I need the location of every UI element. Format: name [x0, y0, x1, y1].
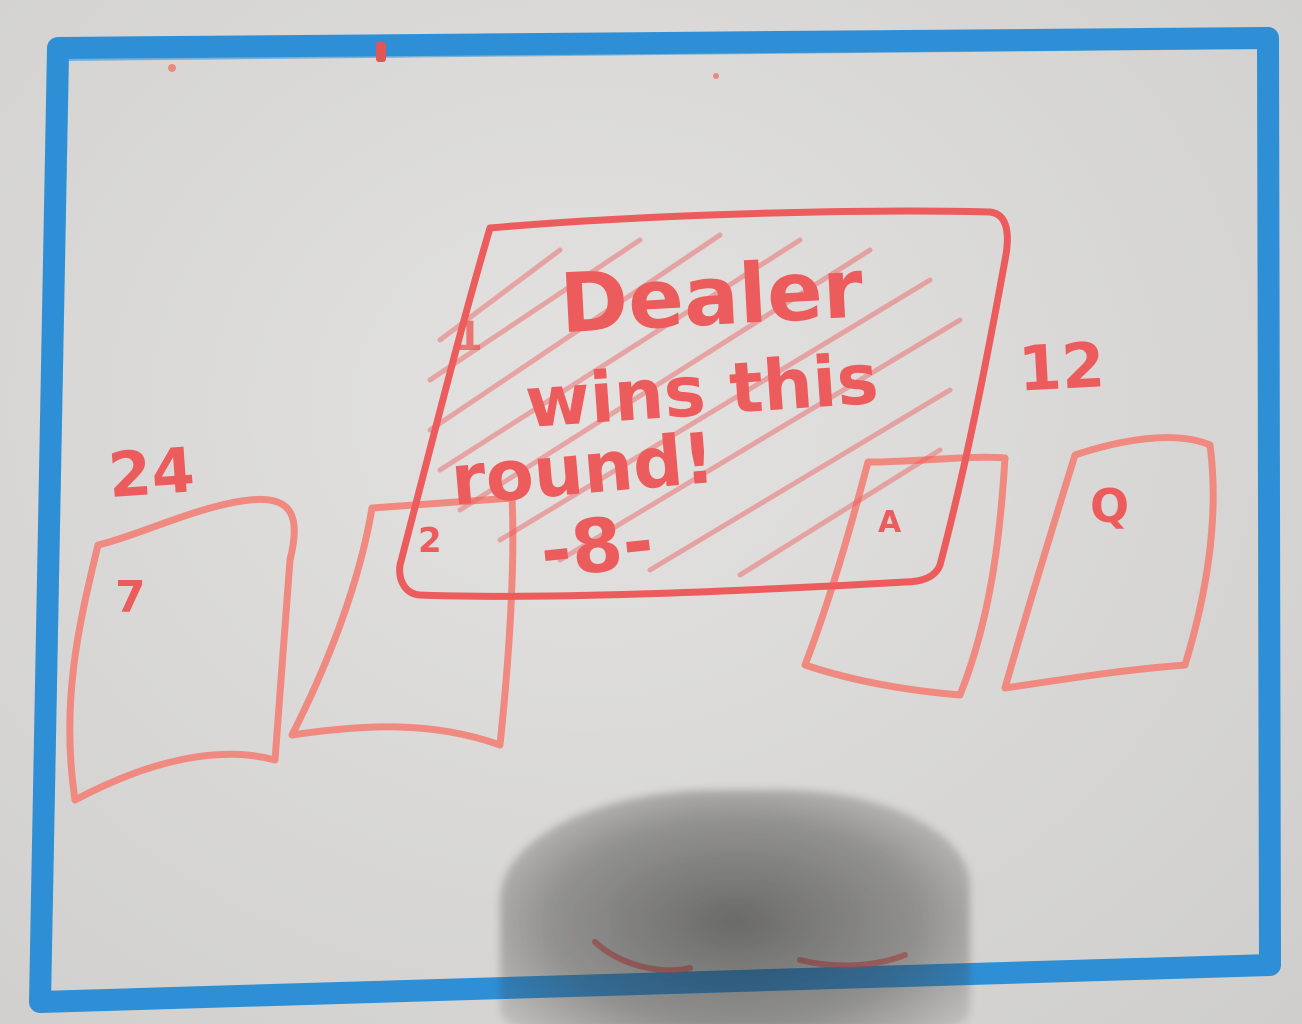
dialog-corner-mark: 1	[455, 314, 483, 360]
dealer-card-right[interactable]: A	[801, 453, 1009, 699]
dealer-card-left[interactable]: 2	[288, 494, 517, 749]
right-player-score: 12	[1017, 328, 1107, 405]
dialog-message-line-1: Dealer	[558, 241, 866, 352]
dialog-amount: -8-	[536, 498, 657, 595]
left-player-score: 24	[106, 433, 197, 512]
player-card-1-rank: 7	[115, 572, 146, 623]
player-card-1[interactable]: 7	[66, 495, 298, 804]
dealer-card-left-rank: 2	[418, 521, 442, 561]
player-card-2-rank: Q	[1090, 479, 1129, 533]
dealer-card-right-rank: A	[878, 505, 902, 540]
hand-shadow	[500, 790, 970, 1024]
player-card-2[interactable]: Q	[1001, 434, 1217, 692]
round-result-dialog: 1 Dealer wins this round! -8-	[396, 207, 1011, 600]
